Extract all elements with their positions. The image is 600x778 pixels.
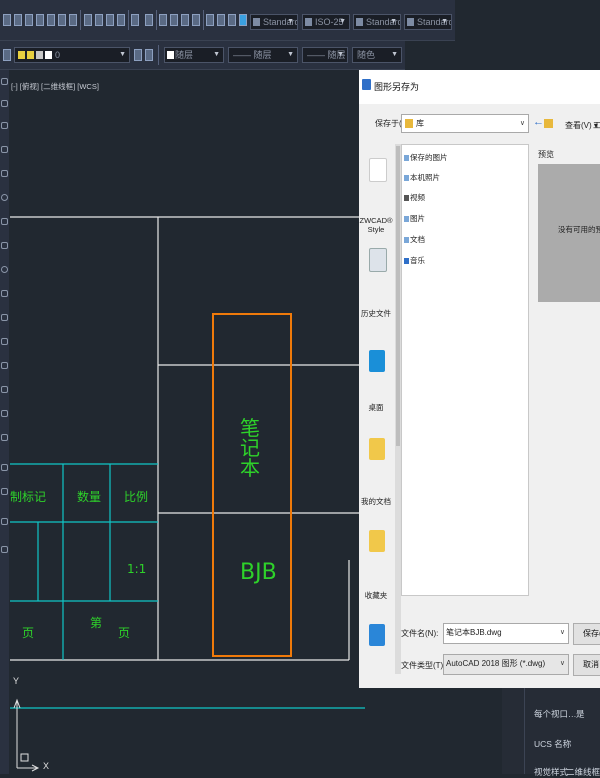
title-cell-page-1[interactable]: 页 <box>22 624 34 641</box>
prop-row-visual-style[interactable]: 视觉样式 <box>534 766 568 778</box>
filetype-label: 文件类型(T): <box>401 661 446 670</box>
title-cell-quantity[interactable]: 数量 <box>77 488 101 505</box>
file-list[interactable] <box>401 144 529 596</box>
list-item[interactable]: 本机照片 <box>404 172 440 183</box>
folder-icon <box>405 119 413 128</box>
title-cell-scale[interactable]: 比例 <box>124 488 148 505</box>
chevron-down-icon: ∨ <box>559 629 565 636</box>
preview-box: 没有可用的预览 <box>538 164 600 302</box>
network-icon[interactable] <box>369 624 385 646</box>
favorites-icon <box>369 530 385 552</box>
filename-input[interactable]: 笔记本BJB.dwg ∨ <box>443 623 569 644</box>
save-as-dialog: 图形另存为 保存于(I): 库 ∨ ← 查看(V) ▾ 工具 ZWCAD® St… <box>359 70 600 688</box>
title-cell-scale-value[interactable]: 1:1 <box>127 562 146 576</box>
title-cell-number[interactable]: 第 <box>90 614 102 631</box>
properties-panel: 每个视口… 是 UCS 名称 视觉样式 二维线框 <box>502 688 600 777</box>
list-item[interactable]: 音乐 <box>404 255 425 266</box>
save-button[interactable]: 保存(S) <box>573 623 600 645</box>
images-folder-icon <box>404 216 409 222</box>
list-item[interactable]: 视频 <box>404 192 425 203</box>
desktop-icon <box>369 350 385 372</box>
filetype-select[interactable]: AutoCAD 2018 图形 (*.dwg) ∨ <box>443 654 569 675</box>
prop-row-viewport[interactable]: 每个视口… <box>534 708 577 720</box>
drawing-code-text[interactable]: BJB <box>240 560 277 585</box>
cancel-button[interactable]: 取消 <box>573 654 600 676</box>
up-folder-icon[interactable] <box>544 119 553 128</box>
list-item[interactable]: 图片 <box>404 213 425 224</box>
list-item[interactable]: 保存的图片 <box>404 152 448 163</box>
documents-folder-icon <box>404 237 409 243</box>
zwcad-icon <box>369 158 387 182</box>
app-icon <box>362 79 371 90</box>
documents-icon <box>369 438 385 460</box>
filename-label: 文件名(N): <box>401 629 439 638</box>
title-cell-page-2[interactable]: 页 <box>118 624 130 641</box>
camera-roll-icon <box>404 175 409 181</box>
dialog-titlebar[interactable]: 图形另存为 <box>359 70 600 104</box>
music-folder-icon <box>404 258 409 264</box>
ucs-icon <box>13 698 40 772</box>
pictures-folder-icon <box>404 155 409 161</box>
back-icon[interactable]: ← <box>533 116 544 128</box>
drawing-name-text[interactable]: 笔记本 <box>240 418 268 478</box>
ucs-y-label: Y <box>13 676 20 686</box>
tools-menu[interactable]: 工具 <box>593 120 600 131</box>
prop-row-ucs-name[interactable]: UCS 名称 <box>534 738 571 750</box>
chevron-down-icon: ∨ <box>519 120 525 127</box>
prop-row-viewport-value[interactable]: 是 <box>576 708 585 720</box>
preview-message: 没有可用的预览 <box>558 225 600 234</box>
save-in-select[interactable]: 库 ∨ <box>401 114 529 133</box>
preview-label: 预览 <box>538 150 554 159</box>
video-folder-icon <box>404 195 409 201</box>
chevron-down-icon: ∨ <box>559 660 565 667</box>
dialog-title: 图形另存为 <box>374 82 420 92</box>
ucs-x-label: X <box>43 761 50 771</box>
history-icon <box>369 248 387 272</box>
title-cell-mark[interactable]: 制标记 <box>10 488 46 505</box>
list-item[interactable]: 文档 <box>404 234 425 245</box>
prop-row-visual-style-value[interactable]: 二维线框 <box>566 766 600 778</box>
